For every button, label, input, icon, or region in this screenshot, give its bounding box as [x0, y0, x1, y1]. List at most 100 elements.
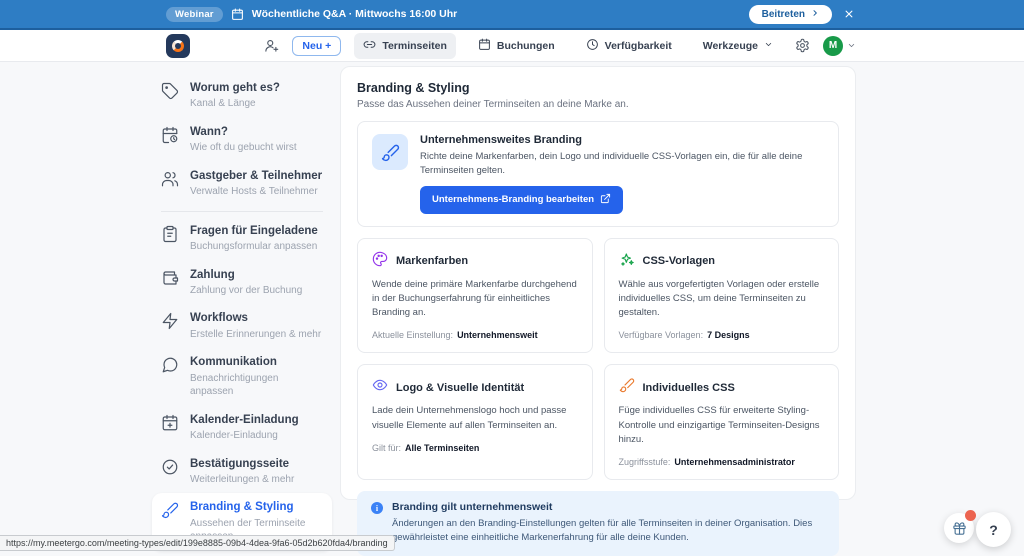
sparkles-icon — [619, 251, 635, 272]
info-banner: i Branding gilt unternehmensweit Änderun… — [357, 491, 839, 556]
calendar-icon — [478, 38, 491, 54]
card-markenfarben[interactable]: Markenfarben Wende deine primäre Markenf… — [357, 237, 593, 354]
sidebar-item-sublabel: Erstelle Erinnerungen & mehr — [190, 328, 322, 340]
page-subtitle: Passe das Aussehen deiner Terminseiten a… — [357, 99, 629, 110]
info-body: Änderungen an den Branding-Einstellungen… — [392, 518, 813, 544]
app-window: Webinar Wöchentliche Q&A · Mittwochs 16:… — [0, 0, 1024, 556]
webinar-banner: Webinar Wöchentliche Q&A · Mittwochs 16:… — [0, 0, 1024, 30]
user-menu[interactable]: M — [823, 35, 856, 56]
chevron-down-icon — [847, 37, 856, 55]
sidebar-item-label: Workflows — [190, 312, 248, 325]
sidebar-item-sublabel: Kanal & Länge — [190, 98, 256, 110]
sidebar-item-label: Fragen für Eingeladene — [190, 224, 318, 237]
sidebar-item-label: Zahlung — [190, 268, 235, 281]
sidebar-item-sublabel: Zahlung vor der Buchung — [190, 284, 303, 296]
new-button[interactable]: Neu + — [292, 35, 342, 56]
settings-sidebar: Worum geht es? Kanal & Länge Wann? Wie oft… — [0, 62, 340, 556]
sidebar-item-teilen-seo[interactable]: Teilen & SEOLink-Vorschau personalisiere… — [152, 551, 332, 556]
company-branding-card: Unternehmensweites Branding Richte deine… — [357, 121, 839, 227]
card-title: Individuelles CSS — [642, 381, 735, 394]
join-button[interactable]: Beitreten — [748, 4, 832, 24]
card-description: Lade dein Unternehmenslogo hoch und pass… — [372, 405, 567, 431]
gift-button[interactable] — [944, 510, 976, 543]
calendar-clock-icon — [161, 125, 179, 155]
sidebar-item-label: Gastgeber & Teilnehmer — [190, 169, 323, 182]
eye-icon — [372, 377, 388, 398]
card-description: Wende deine primäre Markenfarbe durchgeh… — [372, 278, 577, 319]
sidebar-item-wann[interactable]: Wann? Wie oft du gebucht wirst — [152, 118, 332, 162]
sidebar-item-sublabel: Kalender-Einladung — [190, 430, 278, 441]
meetergo-logo[interactable] — [166, 33, 190, 58]
zap-icon — [161, 311, 179, 341]
status-url: https://my.meetergo.com/meeting-types/ed… — [0, 535, 395, 551]
sidebar-item-kalender-einladung[interactable]: Kalender-Einladung Kalender-Einladung — [152, 406, 332, 450]
tab-buchungen[interactable]: Buchungen — [469, 33, 564, 59]
card-title: Logo & Visuelle Identität — [396, 381, 525, 394]
calendar-plus-icon — [161, 413, 179, 443]
sidebar-item-gastgeber[interactable]: Gastgeber & Teilnehmer Verwalte Hosts & T… — [152, 162, 332, 206]
sidebar-item-fragen[interactable]: Fragen für Eingeladene Buchungsformular a… — [152, 217, 332, 261]
paintbrush-icon — [619, 377, 635, 398]
edit-company-branding-button[interactable]: Unternehmens-Branding bearbeiten — [420, 185, 624, 214]
external-link-icon — [600, 193, 611, 207]
card-individuelles-css[interactable]: Individuelles CSS Füge individuelles CSS… — [603, 364, 839, 481]
users-icon — [161, 169, 179, 199]
tab-terminseiten-label: Terminseiten — [382, 39, 447, 52]
sidebar-item-bestaetigungsseite[interactable]: Bestätigungsseite Weiterleitungen & mehr — [152, 450, 332, 494]
company-branding-title: Unternehmensweites Branding — [420, 134, 582, 146]
sidebar-item-label: Bestätigungsseite — [190, 457, 290, 470]
sidebar-item-sublabel: Weiterleitungen & mehr — [190, 473, 295, 485]
page-title: Branding & Styling — [357, 81, 470, 95]
tab-buchungen-label: Buchungen — [496, 39, 555, 52]
gear-icon[interactable] — [795, 38, 810, 53]
sidebar-item-label: Wann? — [190, 125, 228, 138]
sidebar-item-zahlung[interactable]: Zahlung Zahlung vor der Buchung — [152, 261, 332, 305]
chevron-right-icon — [811, 9, 819, 20]
avatar: M — [823, 35, 843, 56]
sidebar-item-worum-geht-es[interactable]: Worum geht es? Kanal & Länge — [152, 74, 332, 118]
tab-terminseiten[interactable]: Terminseiten — [354, 32, 456, 59]
join-button-label: Beitreten — [761, 8, 805, 20]
tab-werkzeuge-label: Werkzeuge — [702, 39, 758, 52]
close-icon[interactable] — [844, 9, 854, 19]
app-header: Neu + Terminseiten Buchungen Verfügbarke… — [0, 30, 1024, 62]
card-css-vorlagen[interactable]: CSS-Vorlagen Wähle aus vorgefertigten Vo… — [603, 237, 839, 354]
tab-verfuegbarkeit[interactable]: Verfügbarkeit — [577, 33, 681, 59]
card-footer-value: 7 Designs — [707, 330, 750, 341]
check-circle-icon — [161, 457, 179, 487]
card-description: Wähle aus vorgefertigten Vorlagen oder e… — [618, 278, 820, 319]
chat-bubble-icon — [161, 355, 179, 398]
add-user-icon[interactable] — [264, 38, 279, 53]
sidebar-item-kommunikation[interactable]: Kommunikation Benachrichtigungen anpassen — [152, 348, 332, 405]
clock-icon — [586, 38, 599, 54]
edit-company-branding-label: Unternehmens-Branding bearbeiten — [432, 194, 595, 206]
wallet-icon — [161, 268, 179, 298]
card-footer-value: Unternehmensadministrator — [674, 457, 795, 468]
notification-dot — [965, 510, 976, 521]
card-title: CSS-Vorlagen — [642, 255, 716, 268]
info-title: Branding gilt unternehmensweit — [392, 501, 553, 514]
sidebar-item-label: Kommunikation — [190, 356, 277, 369]
link-icon — [363, 38, 376, 54]
sidebar-item-label: Kalender-Einladung — [190, 413, 299, 426]
tab-werkzeuge[interactable]: Werkzeuge — [694, 35, 782, 57]
card-logo-visuelle-identitaet[interactable]: Logo & Visuelle Identität Lade dein Unte… — [357, 364, 593, 481]
chevron-down-icon — [764, 40, 773, 52]
calendar-icon — [231, 8, 244, 21]
branding-panel: Branding & Styling Passe das Aussehen de… — [340, 66, 856, 556]
card-footer-label: Verfügbare Vorlagen: — [618, 330, 704, 341]
card-footer-label: Gilt für: — [372, 442, 402, 453]
banner-text: Wöchentliche Q&A · Mittwochs 16:00 Uhr — [251, 8, 458, 20]
sidebar-item-sublabel: Verwalte Hosts & Teilnehmer — [190, 186, 318, 198]
info-icon: i — [371, 502, 383, 515]
card-footer-label: Zugriffsstufe: — [618, 457, 671, 468]
sidebar-divider — [161, 210, 323, 212]
sidebar-item-label: Branding & Styling — [190, 501, 294, 514]
card-title: Markenfarben — [396, 255, 469, 268]
help-button[interactable]: ? — [976, 512, 1011, 547]
card-footer-label: Aktuelle Einstellung: — [372, 330, 454, 341]
sidebar-item-sublabel: Buchungsformular anpassen — [190, 241, 318, 252]
card-footer-value: Alle Terminseiten — [405, 442, 480, 453]
sidebar-item-workflows[interactable]: Workflows Erstelle Erinnerungen & mehr — [152, 304, 332, 348]
card-description: Füge individuelles CSS für erweiterte St… — [618, 405, 820, 445]
